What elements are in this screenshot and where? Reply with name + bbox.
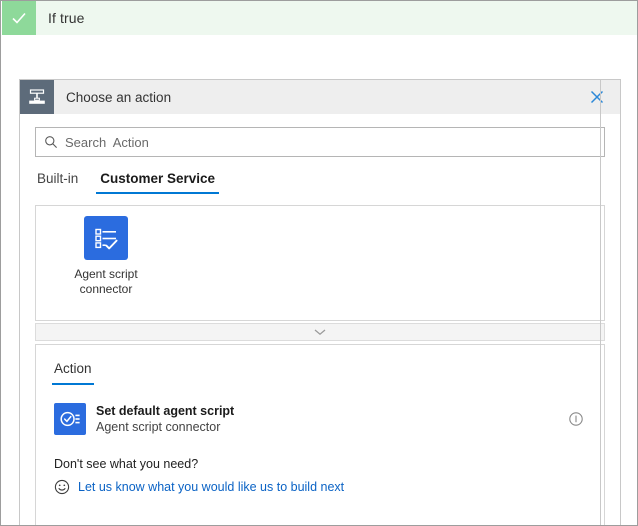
list-item-text: Set default agent script Agent script co… bbox=[96, 403, 566, 435]
list-item-title: Set default agent script bbox=[96, 403, 566, 419]
tab-built-in[interactable]: Built-in bbox=[37, 171, 78, 194]
search-box[interactable] bbox=[35, 127, 605, 157]
circle-check-list-icon bbox=[54, 403, 86, 435]
list-item[interactable]: Set default agent script Agent script co… bbox=[36, 399, 604, 439]
collapse-connectors-bar[interactable] bbox=[35, 323, 605, 341]
footer-link-row: Let us know what you would like us to bu… bbox=[54, 479, 604, 495]
choose-action-dialog: Choose an action Built-in Customer Servi… bbox=[19, 79, 621, 525]
build-next-link[interactable]: Let us know what you would like us to bu… bbox=[78, 480, 344, 494]
close-icon[interactable] bbox=[580, 80, 614, 114]
info-icon[interactable] bbox=[566, 409, 586, 429]
flow-condition-icon bbox=[20, 80, 54, 114]
results-panel: Action Set default agent script Agent sc… bbox=[35, 344, 605, 526]
category-tabs: Built-in Customer Service bbox=[35, 171, 605, 199]
search-input[interactable] bbox=[65, 135, 596, 150]
dialog-title: Choose an action bbox=[66, 90, 171, 105]
connector-tile-agent-script[interactable]: Agent script connector bbox=[58, 216, 154, 297]
list-item-subtitle: Agent script connector bbox=[96, 419, 566, 435]
footer-question: Don't see what you need? bbox=[54, 455, 604, 473]
tab-customer-service[interactable]: Customer Service bbox=[100, 171, 215, 194]
smiley-icon bbox=[54, 479, 70, 495]
dialog-header: Choose an action bbox=[20, 80, 620, 114]
connectors-panel: Agent script connector bbox=[35, 205, 605, 321]
if-true-label: If true bbox=[48, 10, 85, 26]
results-tabs: Action bbox=[54, 361, 604, 385]
footer: Don't see what you need? Let us know wha… bbox=[54, 455, 604, 495]
tab-action[interactable]: Action bbox=[54, 361, 92, 385]
search-icon bbox=[44, 135, 58, 149]
if-true-branch-header: If true bbox=[2, 1, 638, 35]
checklist-icon bbox=[84, 216, 128, 260]
connector-name: Agent script connector bbox=[58, 267, 154, 297]
panel-edge-divider bbox=[600, 80, 601, 525]
checkmark-icon bbox=[2, 1, 36, 35]
chevron-down-icon bbox=[313, 328, 327, 336]
flow-designer-window: If true Choose an action bbox=[0, 0, 638, 526]
